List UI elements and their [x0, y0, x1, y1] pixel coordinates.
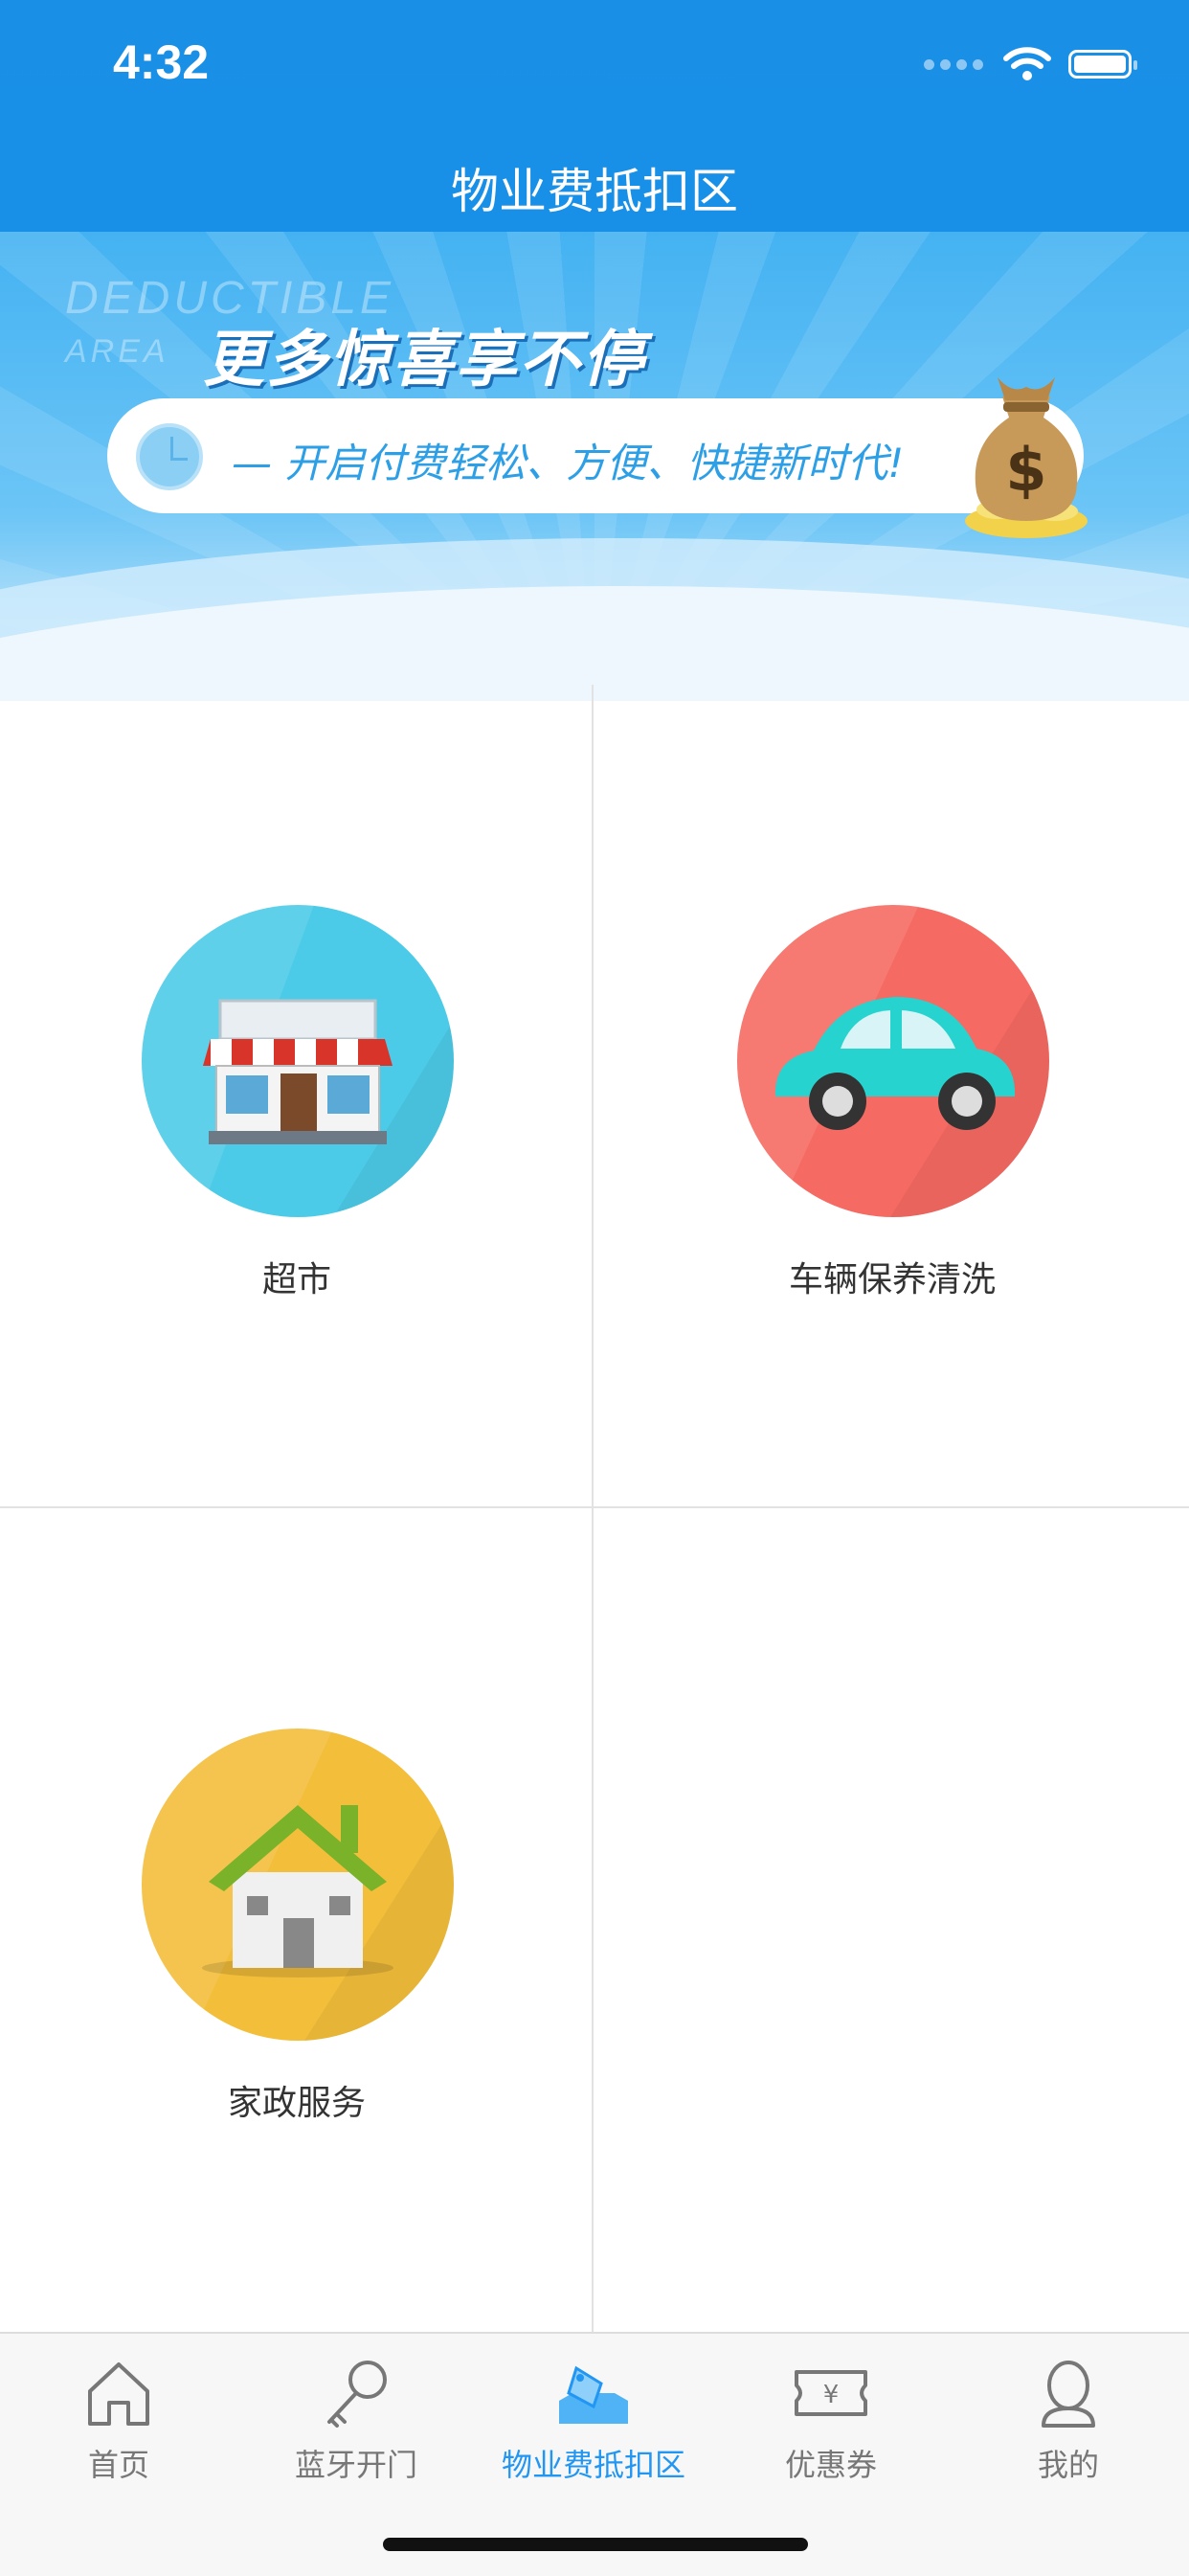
category-supermarket[interactable]: 超市 [0, 685, 594, 1508]
status-time: 4:32 [113, 35, 210, 89]
promo-banner[interactable]: DEDUCTIBLE AREA 更多惊喜享不停 — 开启付费轻松、方便、快捷新时… [0, 232, 1189, 701]
banner-slogan: 更多惊喜享不停 [203, 325, 645, 395]
car-icon [737, 905, 1049, 1217]
tab-bluetooth-door[interactable]: 蓝牙开门 [237, 2347, 475, 2500]
tab-profile[interactable]: 我的 [950, 2347, 1187, 2500]
banner-deduct-line2: AREA [65, 333, 169, 370]
home-indicator[interactable] [383, 2538, 808, 2551]
money-bag-icon: $ [965, 377, 1088, 538]
tab-label: 物业费抵扣区 [501, 2447, 685, 2483]
clock-icon [136, 423, 203, 490]
svg-text:¥: ¥ [823, 2381, 840, 2409]
tab-label: 首页 [87, 2447, 149, 2483]
tab-label: 优惠券 [784, 2447, 877, 2483]
svg-text:$: $ [1005, 435, 1046, 505]
category-label: 超市 [261, 1260, 331, 1299]
category-grid: 超市 车辆保养清洗 家政服务 [0, 685, 1189, 2332]
tab-coupons[interactable]: ¥ 优惠券 [712, 2347, 950, 2500]
house-icon [142, 1729, 454, 2041]
user-icon [1042, 2361, 1095, 2428]
tab-label: 蓝牙开门 [294, 2447, 417, 2483]
category-housekeeping[interactable]: 家政服务 [0, 1508, 594, 2332]
tab-home[interactable]: 首页 [0, 2347, 237, 2500]
banner-pill: — 开启付费轻松、方便、快捷新时代! [107, 398, 1084, 513]
banner-subtitle: — 开启付费轻松、方便、快捷新时代! [232, 440, 905, 486]
top-bar: 4:32 物业费抵扣区 [0, 0, 1189, 232]
page-title: 物业费抵扣区 [451, 164, 738, 219]
battery-icon [1068, 50, 1137, 79]
key-icon [327, 2361, 387, 2428]
tag-icon [559, 2365, 628, 2424]
coupon-icon: ¥ [795, 2370, 867, 2416]
category-label: 车辆保养清洗 [788, 1260, 996, 1299]
category-label: 家政服务 [227, 2084, 366, 2123]
signal-icon [921, 56, 986, 74]
tab-label: 我的 [1037, 2447, 1099, 2483]
tab-fee-deduction[interactable]: 物业费抵扣区 [475, 2347, 712, 2500]
category-car-care[interactable]: 车辆保养清洗 [595, 685, 1189, 1508]
home-icon [88, 2362, 149, 2426]
supermarket-icon [142, 905, 454, 1217]
status-icons [921, 40, 1137, 88]
wifi-icon [1003, 47, 1051, 80]
